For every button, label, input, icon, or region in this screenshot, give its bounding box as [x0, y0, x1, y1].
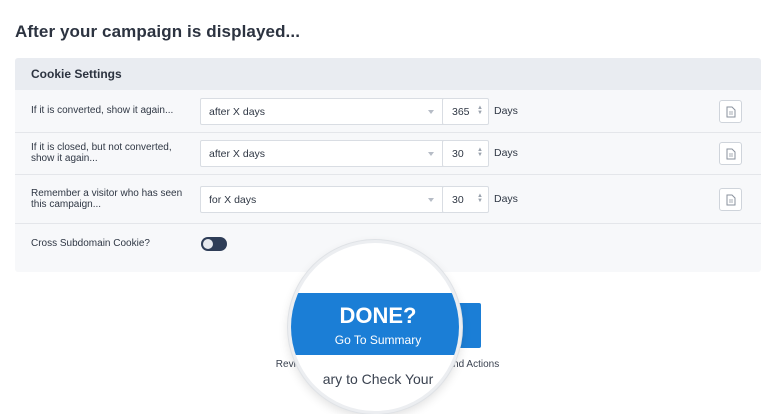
settings-row-closed: If it is closed, but not converted, show… — [15, 132, 761, 175]
settings-row-remember: Remember a visitor who has seen this cam… — [15, 174, 761, 224]
document-icon — [726, 148, 735, 159]
document-button[interactable] — [719, 142, 742, 165]
document-button[interactable] — [719, 100, 742, 123]
days-number-input[interactable]: 365 ▲ ▼ — [442, 98, 489, 125]
unit-label: Days — [494, 193, 518, 205]
done-label: DONE? — [339, 303, 417, 328]
chevron-down-icon — [428, 198, 434, 202]
select-value: after X days — [209, 147, 266, 160]
days-number-input[interactable]: 30 ▲ ▼ — [442, 140, 489, 167]
unit-label: Days — [494, 105, 518, 117]
select-value: for X days — [209, 193, 257, 206]
page-title: After your campaign is displayed... — [15, 22, 301, 41]
magnifier-overlay: DONE? Go To Summary ary to Check Your — [288, 240, 462, 414]
frequency-select[interactable]: after X days — [200, 140, 445, 167]
cross-subdomain-toggle[interactable] — [201, 237, 227, 251]
spinner-icon[interactable]: ▲ ▼ — [477, 147, 483, 158]
document-icon — [726, 194, 735, 205]
row-label: Cross Subdomain Cookie? — [31, 238, 150, 249]
select-value: after X days — [209, 105, 266, 118]
go-to-summary-label: Go To Summary — [334, 333, 422, 347]
document-button[interactable] — [719, 188, 742, 211]
cookie-settings-panel: Cookie Settings If it is converted, show… — [15, 58, 761, 272]
number-value: 30 — [452, 193, 464, 206]
panel-header: Cookie Settings — [15, 58, 761, 90]
spinner-icon[interactable]: ▲ ▼ — [477, 105, 483, 116]
number-value: 30 — [452, 147, 464, 160]
document-icon — [726, 106, 735, 117]
number-value: 365 — [452, 105, 470, 118]
chevron-down-icon — [428, 110, 434, 114]
settings-row-converted: If it is converted, show it again... aft… — [15, 90, 761, 133]
row-label: If it is converted, show it again... — [31, 105, 174, 116]
frequency-select[interactable]: for X days — [200, 186, 445, 213]
frequency-select[interactable]: after X days — [200, 98, 445, 125]
row-label: If it is closed, but not converted, show… — [31, 142, 172, 164]
days-number-input[interactable]: 30 ▲ ▼ — [442, 186, 489, 213]
chevron-down-icon — [428, 152, 434, 156]
toggle-knob — [203, 239, 213, 249]
magnified-review-text: ary to Check Your — [322, 371, 434, 387]
spinner-icon[interactable]: ▲ ▼ — [477, 193, 483, 204]
unit-label: Days — [494, 147, 518, 159]
row-label: Remember a visitor who has seen this cam… — [31, 188, 183, 210]
